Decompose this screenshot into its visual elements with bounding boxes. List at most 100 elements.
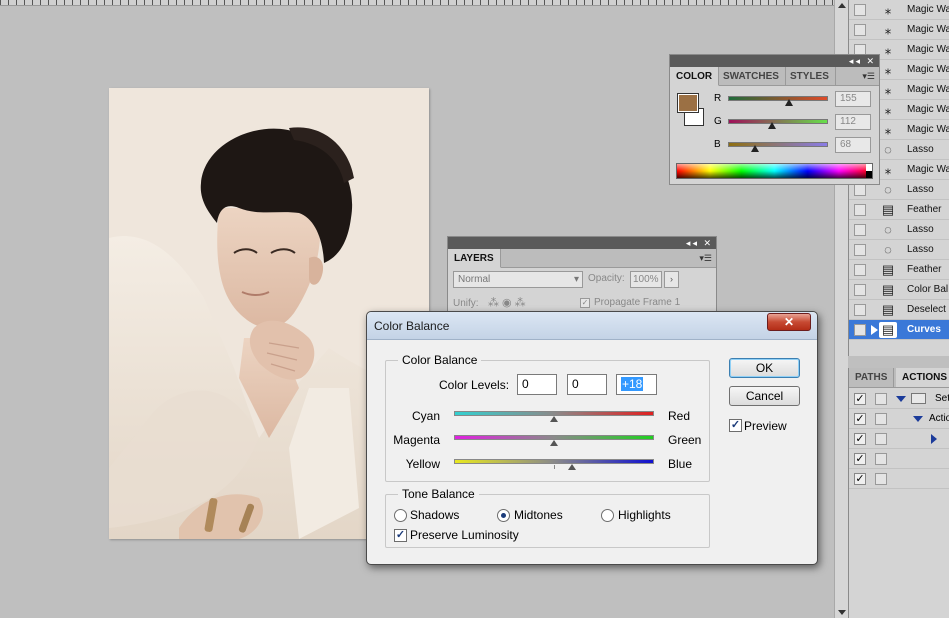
panel-menu-icon[interactable]: ▾☰ — [862, 71, 875, 82]
history-snapshot-checkbox[interactable] — [854, 4, 866, 16]
dialog-toggle-checkbox[interactable] — [875, 413, 887, 425]
color-balance-slider-track[interactable] — [454, 459, 654, 464]
level-yellow-blue-input[interactable]: +18 — [616, 374, 657, 395]
history-state-row[interactable]: ⁎ Magic Wa — [849, 20, 949, 40]
opacity-flyout-icon[interactable]: › — [664, 271, 679, 288]
history-slider-pointer-icon[interactable] — [871, 325, 878, 335]
history-snapshot-checkbox[interactable] — [854, 264, 866, 276]
channel-slider-thumb[interactable] — [768, 122, 776, 129]
history-state-row[interactable]: ▤ Feather — [849, 260, 949, 280]
level-cyan-red-input[interactable]: 0 — [517, 374, 557, 395]
preview-checkbox[interactable]: ✓ — [729, 419, 742, 432]
expand-triangle-icon[interactable] — [913, 416, 923, 422]
action-toggle-checkbox[interactable]: ✓ — [854, 453, 866, 465]
color-levels-label: Color Levels: — [439, 378, 510, 392]
color-spectrum-ramp[interactable] — [676, 163, 873, 179]
opacity-label: Opacity: — [588, 273, 625, 284]
tab-swatches[interactable]: SWATCHES — [717, 67, 786, 86]
collapse-triangle-icon[interactable] — [931, 434, 937, 444]
channel-slider-track[interactable] — [728, 142, 828, 147]
collapse-close-icon[interactable]: ◂◂ ✕ — [849, 56, 876, 66]
channel-slider-track[interactable] — [728, 96, 828, 101]
action-step-row[interactable]: ✓ — [849, 429, 949, 449]
color-balance-slider-thumb[interactable] — [568, 464, 576, 470]
channel-slider-thumb[interactable] — [785, 99, 793, 106]
history-state-row[interactable]: ◌ Lasso — [849, 240, 949, 260]
opacity-input[interactable]: 100% — [630, 271, 662, 288]
action-toggle-checkbox[interactable]: ✓ — [854, 393, 866, 405]
tab-color[interactable]: COLOR — [670, 67, 720, 86]
action-toggle-checkbox[interactable]: ✓ — [854, 473, 866, 485]
channel-value-input[interactable]: 112 — [835, 114, 871, 130]
actions-panel: PATHS ACTIONS ✓ Set ✓ Actio ✓ ✓ ✓ — [848, 368, 949, 618]
history-state-row[interactable]: ⁎ Magic Wa — [849, 0, 949, 20]
action-step-row[interactable]: ✓ — [849, 469, 949, 489]
history-state-icon: ▤ — [879, 322, 897, 338]
chevron-down-icon: ▾ — [573, 274, 579, 285]
history-snapshot-checkbox[interactable] — [854, 24, 866, 36]
ok-button[interactable]: OK — [729, 358, 800, 378]
preserve-luminosity-checkbox[interactable]: ✓ — [394, 529, 407, 542]
tab-styles[interactable]: STYLES — [784, 67, 836, 86]
collapse-close-icon[interactable]: ◂◂ ✕ — [686, 238, 713, 248]
unify-icons[interactable]: ⁂◉⁂ — [488, 296, 529, 309]
white-swatch[interactable] — [866, 164, 872, 171]
history-snapshot-checkbox[interactable] — [854, 244, 866, 256]
highlights-label: Highlights — [618, 508, 671, 522]
color-balance-slider-thumb[interactable] — [550, 416, 558, 422]
dialog-toggle-checkbox[interactable] — [875, 393, 887, 405]
history-state-row[interactable]: ◌ Lasso — [849, 220, 949, 240]
action-toggle-checkbox[interactable]: ✓ — [854, 433, 866, 445]
scroll-up-arrow-icon[interactable] — [838, 3, 846, 8]
history-snapshot-checkbox[interactable] — [854, 304, 866, 316]
cancel-button[interactable]: Cancel — [729, 386, 800, 406]
midtones-radio[interactable] — [497, 509, 510, 522]
foreground-color-swatch[interactable] — [677, 93, 699, 113]
magic-wand-icon: ⁎ — [884, 2, 892, 17]
history-snapshot-checkbox[interactable] — [854, 184, 866, 196]
history-state-row[interactable]: ▤ Feather — [849, 200, 949, 220]
lasso-icon: ◌ — [884, 182, 892, 197]
action-toggle-checkbox[interactable]: ✓ — [854, 413, 866, 425]
close-button[interactable]: ✕ — [767, 313, 811, 331]
action-step-row[interactable]: ✓ — [849, 449, 949, 469]
dialog-titlebar[interactable]: Color Balance ✕ — [367, 312, 817, 340]
magic-wand-icon: ⁎ — [884, 122, 892, 137]
channel-value-input[interactable]: 155 — [835, 91, 871, 107]
dialog-toggle-checkbox[interactable] — [875, 453, 887, 465]
panel-titlebar[interactable]: ◂◂ ✕ — [670, 55, 879, 67]
history-state-row[interactable]: ▤ Curves — [849, 320, 949, 340]
propagate-checkbox[interactable]: ✓ — [580, 298, 590, 308]
history-snapshot-checkbox[interactable] — [854, 324, 866, 336]
channel-slider-track[interactable] — [728, 119, 828, 124]
scroll-down-arrow-icon[interactable] — [838, 610, 846, 615]
channel-letter: R — [714, 93, 722, 104]
history-state-label: Lasso — [907, 144, 934, 155]
action-set-row[interactable]: ✓ Set — [849, 389, 949, 409]
channel-slider-thumb[interactable] — [751, 145, 759, 152]
horizontal-ruler — [0, 0, 834, 6]
history-snapshot-checkbox[interactable] — [854, 284, 866, 296]
tab-paths[interactable]: PATHS — [849, 368, 895, 387]
history-snapshot-checkbox[interactable] — [854, 224, 866, 236]
expand-triangle-icon[interactable] — [896, 396, 906, 402]
history-state-row[interactable]: ▤ Deselect — [849, 300, 949, 320]
slider-left-label: Yellow — [405, 457, 440, 471]
highlights-radio[interactable] — [601, 509, 614, 522]
black-swatch[interactable] — [866, 171, 872, 178]
dialog-toggle-checkbox[interactable] — [875, 433, 887, 445]
tab-layers[interactable]: LAYERS — [448, 249, 501, 268]
history-state-label: Magic Wa — [907, 24, 949, 35]
panel-menu-icon[interactable]: ▾☰ — [699, 253, 712, 264]
color-balance-slider-thumb[interactable] — [550, 440, 558, 446]
channel-value-input[interactable]: 68 — [835, 137, 871, 153]
dialog-toggle-checkbox[interactable] — [875, 473, 887, 485]
panel-titlebar[interactable]: ◂◂ ✕ — [448, 237, 716, 249]
history-snapshot-checkbox[interactable] — [854, 204, 866, 216]
history-state-row[interactable]: ▤ Color Bal — [849, 280, 949, 300]
blend-mode-select[interactable]: Normal ▾ — [453, 271, 583, 288]
level-magenta-green-input[interactable]: 0 — [567, 374, 607, 395]
tab-actions[interactable]: ACTIONS — [896, 368, 949, 387]
shadows-radio[interactable] — [394, 509, 407, 522]
action-row[interactable]: ✓ Actio — [849, 409, 949, 429]
